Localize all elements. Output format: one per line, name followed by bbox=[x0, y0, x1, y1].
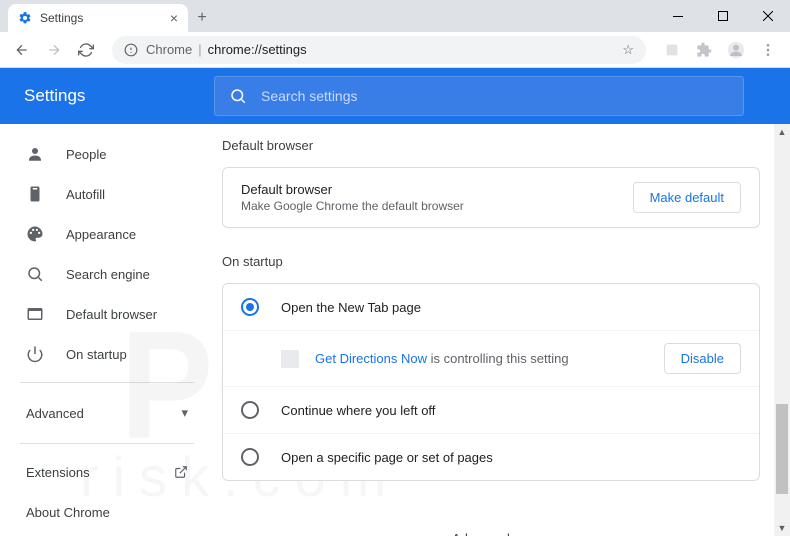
close-window-button[interactable] bbox=[745, 0, 790, 32]
on-startup-card: Open the New Tab page Get Directions Now… bbox=[222, 283, 760, 481]
sidebar-divider bbox=[20, 382, 194, 383]
profile-avatar-icon[interactable] bbox=[722, 36, 750, 64]
window-titlebar: Settings × + bbox=[0, 0, 790, 32]
site-info-icon bbox=[124, 43, 138, 57]
sidebar-item-autofill[interactable]: Autofill bbox=[0, 174, 214, 214]
radio-label: Open the New Tab page bbox=[281, 300, 421, 315]
make-default-button[interactable]: Make default bbox=[633, 182, 741, 213]
sidebar-divider bbox=[20, 443, 194, 444]
controlling-extension-text: is controlling this setting bbox=[427, 351, 569, 366]
sidebar-link-label: Extensions bbox=[26, 465, 90, 480]
bookmark-star-icon[interactable]: ☆ bbox=[622, 42, 634, 58]
radio-unchecked-icon bbox=[241, 401, 259, 419]
browser-toolbar: Chrome | chrome://settings ☆ bbox=[0, 32, 790, 68]
reload-button[interactable] bbox=[72, 36, 100, 64]
radio-label: Continue where you left off bbox=[281, 403, 435, 418]
default-browser-card: Default browser Make Google Chrome the d… bbox=[222, 167, 760, 228]
person-icon bbox=[26, 145, 44, 163]
menu-dots-icon[interactable] bbox=[754, 36, 782, 64]
window-controls bbox=[655, 0, 790, 32]
scroll-up-arrow-icon[interactable]: ▲ bbox=[774, 124, 790, 140]
radio-unchecked-icon bbox=[241, 448, 259, 466]
settings-header: Settings bbox=[0, 68, 790, 124]
close-tab-icon[interactable]: × bbox=[170, 10, 178, 26]
default-browser-title: Default browser bbox=[241, 182, 464, 197]
url-chip: Chrome bbox=[146, 42, 192, 57]
extensions-puzzle-icon[interactable] bbox=[690, 36, 718, 64]
new-tab-button[interactable]: + bbox=[188, 4, 216, 32]
back-button[interactable] bbox=[8, 36, 36, 64]
scroll-down-arrow-icon[interactable]: ▼ bbox=[774, 520, 790, 536]
vertical-scrollbar[interactable]: ▲ ▼ bbox=[774, 124, 790, 536]
magnify-icon bbox=[26, 265, 44, 283]
sidebar-item-search-engine[interactable]: Search engine bbox=[0, 254, 214, 294]
sidebar-extensions-link[interactable]: Extensions bbox=[0, 452, 214, 492]
section-heading-default-browser: Default browser bbox=[222, 138, 760, 153]
extension-icon[interactable] bbox=[658, 36, 686, 64]
sidebar-item-on-startup[interactable]: On startup bbox=[0, 334, 214, 374]
url-text: chrome://settings bbox=[208, 42, 307, 57]
advanced-label: Advanced bbox=[452, 531, 510, 536]
sidebar-item-label: Default browser bbox=[66, 307, 157, 322]
maximize-button[interactable] bbox=[700, 0, 745, 32]
sidebar-about-link[interactable]: About Chrome bbox=[0, 492, 214, 532]
startup-option-continue[interactable]: Continue where you left off bbox=[223, 387, 759, 434]
default-browser-subtitle: Make Google Chrome the default browser bbox=[241, 199, 464, 213]
clipboard-icon bbox=[26, 185, 44, 203]
palette-icon bbox=[26, 225, 44, 243]
sidebar-item-label: On startup bbox=[66, 347, 127, 362]
sidebar-item-people[interactable]: People bbox=[0, 134, 214, 174]
extension-controlling-notice: Get Directions Now is controlling this s… bbox=[223, 331, 759, 387]
startup-option-specific[interactable]: Open a specific page or set of pages bbox=[223, 434, 759, 480]
disable-extension-button[interactable]: Disable bbox=[664, 343, 741, 374]
search-settings-box[interactable] bbox=[214, 76, 744, 116]
sidebar-item-label: Search engine bbox=[66, 267, 150, 282]
sidebar-link-label: About Chrome bbox=[26, 505, 110, 520]
sidebar-item-appearance[interactable]: Appearance bbox=[0, 214, 214, 254]
minimize-button[interactable] bbox=[655, 0, 700, 32]
chevron-down-icon: ▾ bbox=[523, 531, 530, 536]
search-input[interactable] bbox=[261, 88, 729, 104]
search-icon bbox=[229, 87, 247, 105]
controlling-extension-link[interactable]: Get Directions Now bbox=[315, 351, 427, 366]
startup-option-newtab[interactable]: Open the New Tab page bbox=[223, 284, 759, 331]
chevron-down-icon: ▾ bbox=[181, 405, 188, 421]
url-separator: | bbox=[198, 42, 201, 57]
forward-button[interactable] bbox=[40, 36, 68, 64]
sidebar-advanced-toggle[interactable]: Advanced ▾ bbox=[0, 391, 214, 435]
page-title: Settings bbox=[24, 86, 214, 106]
sidebar-advanced-label: Advanced bbox=[26, 406, 84, 421]
extension-thumb-icon bbox=[281, 350, 299, 368]
radio-checked-icon bbox=[241, 298, 259, 316]
sidebar-item-label: Autofill bbox=[66, 187, 105, 202]
external-link-icon bbox=[174, 465, 188, 479]
scroll-thumb[interactable] bbox=[776, 404, 788, 494]
sidebar-item-label: People bbox=[66, 147, 106, 162]
radio-label: Open a specific page or set of pages bbox=[281, 450, 493, 465]
section-heading-on-startup: On startup bbox=[222, 254, 760, 269]
advanced-toggle[interactable]: Advanced ▾ bbox=[222, 507, 760, 536]
power-icon bbox=[26, 345, 44, 363]
browser-tab[interactable]: Settings × bbox=[8, 4, 188, 32]
settings-sidebar: People Autofill Appearance Search engine… bbox=[0, 124, 214, 536]
sidebar-item-label: Appearance bbox=[66, 227, 136, 242]
sidebar-item-default-browser[interactable]: Default browser bbox=[0, 294, 214, 334]
settings-main: Default browser Default browser Make Goo… bbox=[214, 124, 790, 536]
tab-title: Settings bbox=[40, 11, 83, 25]
settings-gear-icon bbox=[18, 11, 32, 25]
browser-window-icon bbox=[26, 305, 44, 323]
address-bar[interactable]: Chrome | chrome://settings ☆ bbox=[112, 36, 646, 64]
